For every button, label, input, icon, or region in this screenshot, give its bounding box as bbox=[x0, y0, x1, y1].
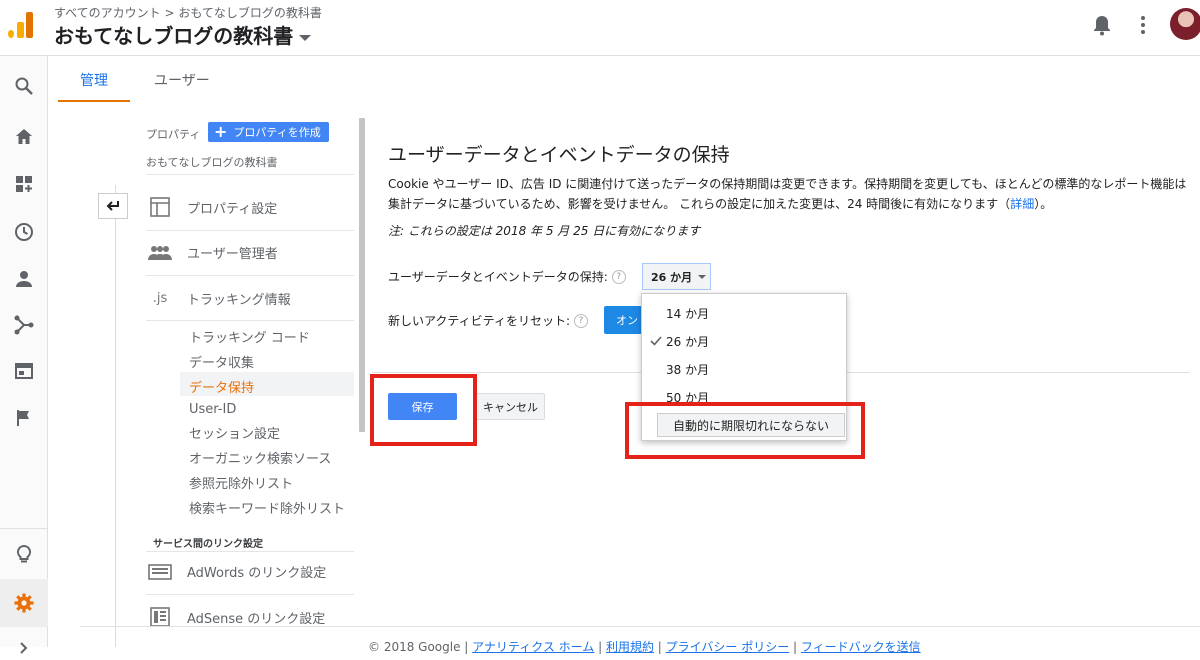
divider bbox=[146, 275, 354, 276]
nav-divider bbox=[0, 528, 48, 529]
plus-icon: + bbox=[214, 122, 228, 141]
more-vert-icon[interactable] bbox=[1138, 14, 1148, 36]
checkmark-icon bbox=[650, 334, 662, 350]
breadcrumb[interactable]: すべてのアカウント > おもてなしブログの教科書 bbox=[54, 4, 322, 21]
adwords-icon bbox=[146, 563, 174, 580]
column-connector-line bbox=[115, 185, 116, 647]
dropdown-option-14-months[interactable]: 14 か月 bbox=[666, 305, 709, 322]
sidebar-item-tracking-info[interactable]: .js トラッキング情報 bbox=[146, 289, 291, 308]
cancel-button[interactable]: キャンセル bbox=[476, 393, 545, 420]
copyright: © 2018 Google bbox=[368, 640, 461, 654]
home-icon[interactable] bbox=[12, 125, 36, 149]
back-arrow-icon bbox=[106, 201, 119, 211]
divider bbox=[146, 594, 354, 595]
highlight-box-save bbox=[370, 374, 477, 446]
sidebar-item-label: AdSense のリンク設定 bbox=[187, 611, 326, 627]
top-bar: すべてのアカウント > おもてなしブログの教科書 おもてなしブログの教科書 bbox=[0, 0, 1200, 56]
gear-icon[interactable] bbox=[12, 591, 36, 615]
caret-down-icon bbox=[698, 274, 707, 279]
account-title: おもてなしブログの教科書 bbox=[54, 24, 294, 48]
create-property-label: プロパティを作成 bbox=[233, 126, 321, 139]
bell-icon[interactable] bbox=[1092, 14, 1112, 36]
reset-label: 新しいアクティビティをリセット: bbox=[388, 314, 571, 328]
retention-select-value: 26 か月 bbox=[651, 270, 693, 284]
sidebar-item-adwords-link[interactable]: AdWords のリンク設定 bbox=[146, 562, 326, 581]
sidebar-scrollbar-thumb[interactable] bbox=[359, 118, 365, 432]
sidebar-subitem-user-id[interactable]: User-ID bbox=[189, 402, 236, 417]
divider bbox=[146, 230, 354, 231]
search-icon[interactable] bbox=[12, 74, 36, 98]
dropdown-option-38-months[interactable]: 38 か月 bbox=[666, 361, 709, 378]
clock-icon[interactable] bbox=[12, 220, 36, 244]
retention-label: ユーザーデータとイベントデータの保持: bbox=[388, 270, 608, 284]
users-icon bbox=[146, 245, 174, 261]
sidebar-subitem-data-collection[interactable]: データ収集 bbox=[189, 352, 254, 371]
js-icon: .js bbox=[152, 291, 168, 306]
sidebar-subitem-organic-search-sources[interactable]: オーガニック検索ソース bbox=[189, 448, 331, 467]
description-end: ）。 bbox=[1034, 197, 1053, 211]
effective-date-note: 注: これらの設定は 2018 年 5 月 25 日に有効になります bbox=[388, 224, 701, 238]
description: Cookie やユーザー ID、広告 ID に関連付けて送ったデータの保持期間は… bbox=[388, 174, 1188, 214]
sidebar-item-label: プロパティ設定 bbox=[187, 201, 278, 217]
description-text: Cookie やユーザー ID、広告 ID に関連付けて送ったデータの保持期間は… bbox=[388, 177, 1187, 211]
footer-divider bbox=[80, 626, 1200, 627]
help-icon[interactable]: ? bbox=[574, 313, 589, 328]
property-label: プロパティ bbox=[146, 128, 201, 141]
acquisition-icon[interactable] bbox=[12, 313, 36, 337]
sidebar-item-user-management[interactable]: ユーザー管理者 bbox=[146, 243, 278, 262]
left-nav bbox=[0, 56, 48, 654]
footer-link-analytics-home[interactable]: アナリティクス ホーム bbox=[472, 640, 594, 654]
behavior-icon[interactable] bbox=[12, 359, 36, 383]
sidebar-subitem-search-term-exclusion[interactable]: 検索キーワード除外リスト bbox=[189, 498, 345, 517]
reset-field-label: 新しいアクティビティをリセット: ? bbox=[388, 312, 589, 329]
sidebar-subitem-session-settings[interactable]: セッション設定 bbox=[189, 423, 280, 442]
divider bbox=[146, 320, 354, 321]
sidebar-item-label: ユーザー管理者 bbox=[187, 247, 278, 262]
create-property-button[interactable]: + プロパティを作成 bbox=[208, 122, 329, 142]
active-tab-indicator bbox=[58, 100, 130, 102]
property-settings-icon bbox=[146, 197, 174, 217]
customization-icon[interactable] bbox=[12, 172, 36, 196]
footer-link-feedback[interactable]: フィードバックを送信 bbox=[801, 640, 921, 654]
person-icon[interactable] bbox=[12, 267, 36, 291]
divider bbox=[146, 551, 354, 552]
footer-link-terms[interactable]: 利用規約 bbox=[606, 640, 654, 654]
admin-tabs: 管理 ユーザー bbox=[58, 56, 1200, 102]
account-selector[interactable]: おもてなしブログの教科書 bbox=[54, 20, 312, 49]
sidebar-item-adsense-link[interactable]: AdSense のリンク設定 bbox=[146, 607, 325, 627]
tab-user[interactable]: ユーザー bbox=[154, 70, 210, 90]
dropdown-option-26-months[interactable]: 26 か月 bbox=[666, 333, 709, 350]
sidebar-subitem-tracking-code[interactable]: トラッキング コード bbox=[189, 327, 310, 346]
avatar[interactable] bbox=[1170, 8, 1200, 40]
highlight-box-never-expire bbox=[625, 402, 865, 459]
reset-on-toggle[interactable]: オン bbox=[604, 306, 644, 334]
link-section-title: サービス間のリンク設定 bbox=[153, 539, 263, 550]
sidebar-item-property-settings[interactable]: プロパティ設定 bbox=[146, 197, 277, 217]
page-title: ユーザーデータとイベントデータの保持 bbox=[388, 144, 730, 166]
sidebar-item-label: AdWords のリンク設定 bbox=[187, 566, 327, 581]
sidebar-subitem-referral-exclusion[interactable]: 参照元除外リスト bbox=[189, 473, 293, 492]
back-button[interactable] bbox=[98, 193, 128, 219]
divider bbox=[146, 174, 354, 175]
analytics-logo-icon[interactable] bbox=[8, 12, 34, 38]
sidebar-item-label: トラッキング情報 bbox=[187, 293, 291, 308]
tab-admin[interactable]: 管理 bbox=[80, 70, 108, 90]
flag-icon[interactable] bbox=[12, 406, 36, 430]
sidebar-subitem-data-retention[interactable]: データ保持 bbox=[189, 377, 254, 396]
footer-link-privacy[interactable]: プライバシー ポリシー bbox=[666, 640, 790, 654]
adsense-icon bbox=[146, 607, 174, 627]
retention-field-label: ユーザーデータとイベントデータの保持: ? bbox=[388, 268, 626, 285]
help-icon[interactable]: ? bbox=[611, 269, 626, 284]
retention-select[interactable]: 26 か月 bbox=[642, 263, 711, 290]
property-name[interactable]: おもてなしブログの教科書 bbox=[146, 154, 278, 170]
caret-down-icon bbox=[299, 34, 312, 41]
chevron-right-icon[interactable] bbox=[12, 636, 36, 660]
details-link[interactable]: 詳細 bbox=[1010, 197, 1034, 211]
lightbulb-icon[interactable] bbox=[12, 542, 36, 566]
